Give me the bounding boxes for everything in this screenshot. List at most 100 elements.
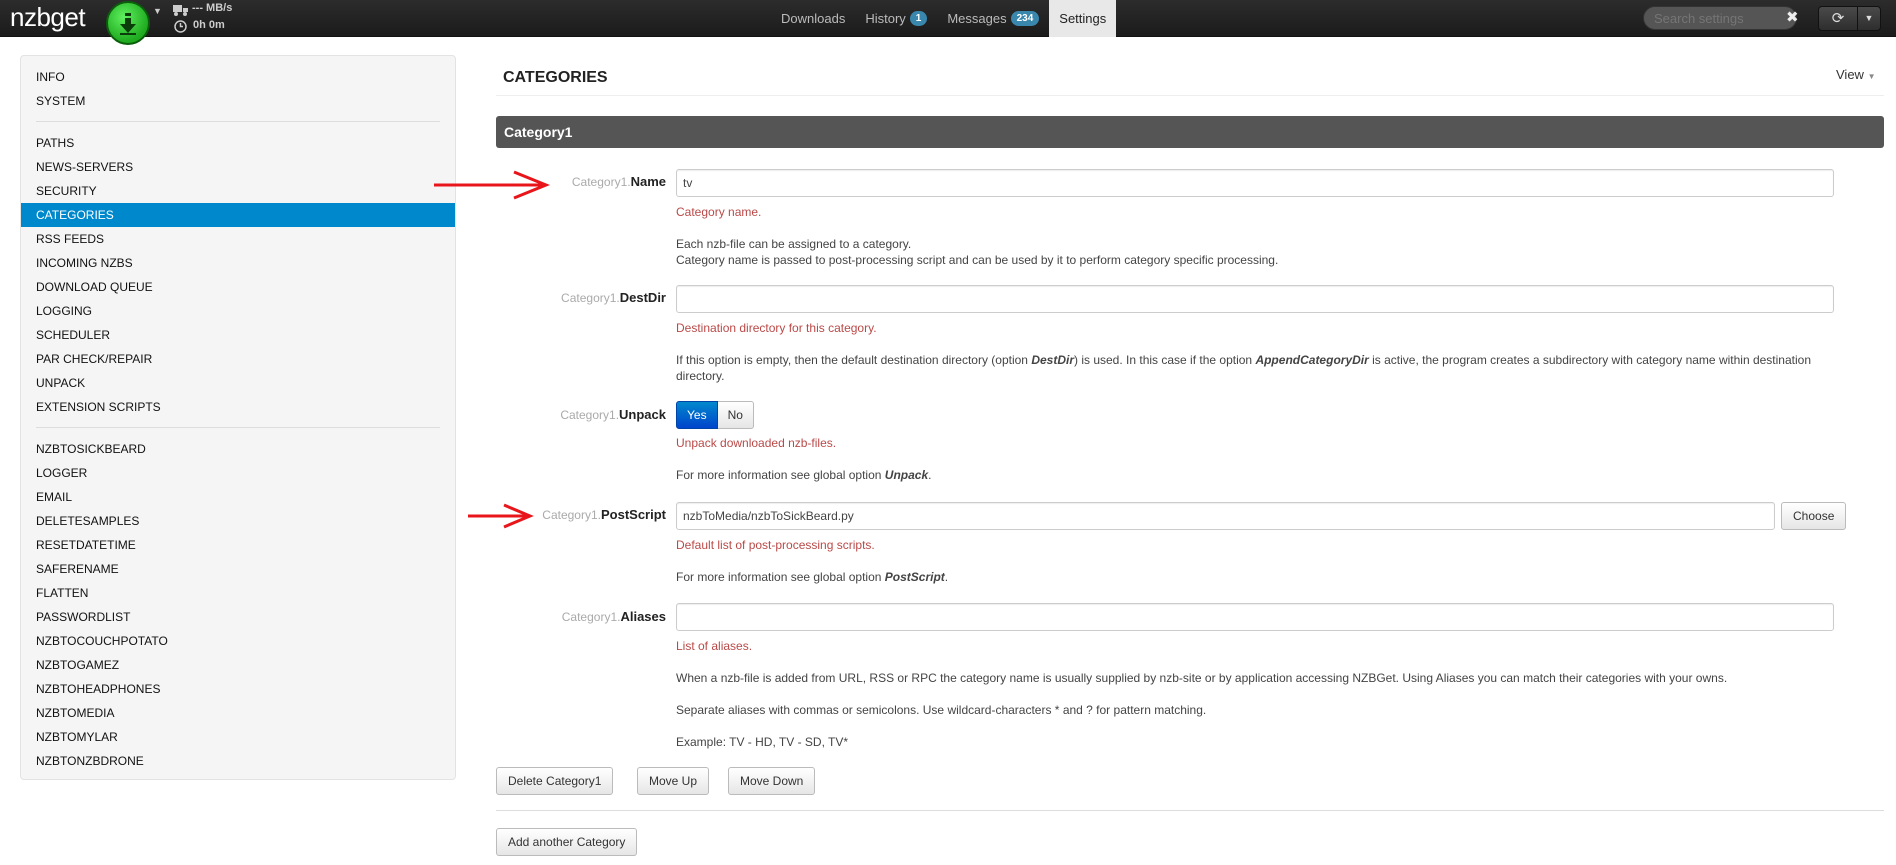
move-down-button[interactable]: Move Down [728, 767, 816, 795]
sidebar-item-nzbtomedia[interactable]: NZBTOMEDIA [21, 701, 455, 725]
unpack-desc-a: For more information see global option [676, 468, 885, 482]
destdir-desc-a: If this option is empty, then the defaul… [676, 353, 1032, 367]
postscript-hint: Default list of post-processing scripts. [676, 538, 875, 552]
tab-settings[interactable]: Settings [1049, 0, 1117, 37]
history-count-badge: 1 [909, 11, 928, 26]
sidebar-item-paths[interactable]: PATHS [21, 131, 455, 155]
sidebar-item-par-check-repair[interactable]: PAR CHECK/REPAIR [21, 347, 455, 371]
unpack-no-button[interactable]: No [717, 401, 754, 429]
tab-history[interactable]: History 1 [855, 0, 937, 37]
chevron-down-icon[interactable]: ▼ [153, 6, 162, 16]
download-arrow-icon [120, 13, 136, 35]
clock-icon [174, 20, 187, 33]
unpack-label: Category1.Unpack [396, 407, 666, 422]
sidebar-item-system[interactable]: SYSTEM [21, 89, 455, 113]
sidebar-item-nzbtonzbdrone[interactable]: NZBTONZBDRONE [21, 749, 455, 773]
postscript-description: For more information see global option P… [676, 569, 1846, 585]
sidebar-item-unpack[interactable]: UNPACK [21, 371, 455, 395]
destdir-desc-c: ) is used. In this case if the option [1074, 353, 1256, 367]
menu-dropdown-button[interactable]: ▼ [1857, 6, 1881, 31]
destdir-input[interactable] [676, 285, 1834, 313]
postscript-desc-a: For more information see global option [676, 570, 885, 584]
divider [496, 810, 1884, 811]
move-up-button[interactable]: Move Up [637, 767, 710, 795]
sidebar-item-scheduler[interactable]: SCHEDULER [21, 323, 455, 347]
sidebar-item-logger[interactable]: LOGGER [21, 461, 455, 485]
destdir-description: If this option is empty, then the defaul… [676, 352, 1846, 384]
sidebar-item-nzbtosickbeard[interactable]: NZBTOSICKBEARD [21, 437, 455, 461]
tab-downloads[interactable]: Downloads [771, 0, 855, 37]
sidebar-item-logging[interactable]: LOGGING [21, 299, 455, 323]
name-label-text: Name [630, 174, 666, 189]
chevron-down-icon: ▼ [1867, 72, 1876, 81]
messages-count-badge: 234 [1010, 11, 1040, 26]
search-settings-input[interactable] [1643, 6, 1797, 30]
tab-history-label: History [865, 10, 906, 26]
name-input[interactable] [676, 169, 1834, 197]
sidebar-item-nzbtoheadphones[interactable]: NZBTOHEADPHONES [21, 677, 455, 701]
divider [496, 95, 1884, 96]
unpack-desc-option: Unpack [884, 468, 929, 482]
sidebar-item-incoming-nzbs[interactable]: INCOMING NZBS [21, 251, 455, 275]
annotation-arrow-icon [468, 503, 534, 529]
refresh-icon: ⟳ [1831, 10, 1845, 27]
unpack-toggle: Yes No [676, 401, 754, 429]
aliases-input[interactable] [676, 603, 1834, 631]
add-category-button[interactable]: Add another Category [496, 828, 638, 856]
name-description: Each nzb-file can be assigned to a categ… [676, 236, 1846, 268]
pause-download-button[interactable] [106, 1, 150, 45]
sidebar-item-download-queue[interactable]: DOWNLOAD QUEUE [21, 275, 455, 299]
sidebar-item-saferename[interactable]: SAFERENAME [21, 557, 455, 581]
destdir-desc-option: DestDir [1031, 353, 1074, 367]
annotation-arrow-icon [434, 170, 550, 200]
page-title: CATEGORIES [503, 69, 608, 86]
sidebar-item-nzbtomylar[interactable]: NZBTOMYLAR [21, 725, 455, 749]
unpack-prefix: Category1. [560, 408, 620, 422]
aliases-desc-line2: Separate aliases with commas or semicolo… [676, 703, 1207, 717]
sidebar-item-resetdatetime[interactable]: RESETDATETIME [21, 533, 455, 557]
app-logo: nzbget [10, 2, 86, 32]
destdir-prefix: Category1. [561, 291, 620, 305]
view-dropdown[interactable]: View ▼ [1836, 67, 1876, 82]
sidebar-item-security[interactable]: SECURITY [21, 179, 455, 203]
sidebar-item-flatten[interactable]: FLATTEN [21, 581, 455, 605]
sidebar-item-rss-feeds[interactable]: RSS FEEDS [21, 227, 455, 251]
chevron-down-icon: ▼ [1864, 13, 1874, 23]
sidebar-item-email[interactable]: EMAIL [21, 485, 455, 509]
sidebar-item-passwordlist[interactable]: PASSWORDLIST [21, 605, 455, 629]
aliases-prefix: Category1. [561, 610, 621, 624]
destdir-label-text: DestDir [619, 290, 666, 305]
destdir-label: Category1.DestDir [396, 290, 666, 305]
unpack-label-text: Unpack [619, 407, 666, 422]
sidebar-item-nzbtogamez[interactable]: NZBTOGAMEZ [21, 653, 455, 677]
sidebar-item-info[interactable]: INFO [21, 65, 455, 89]
sidebar-item-nzbtocouchpotato[interactable]: NZBTOCOUCHPOTATO [21, 629, 455, 653]
name-desc-line1: Each nzb-file can be assigned to a categ… [676, 237, 912, 251]
sidebar-item-extension-scripts[interactable]: EXTENSION SCRIPTS [21, 395, 455, 419]
main-nav: Downloads History 1 Messages 234 Setting… [771, 0, 1117, 37]
sidebar-divider [36, 121, 440, 122]
settings-sidebar: INFO SYSTEM PATHS NEWS-SERVERS SECURITY CATE… [20, 55, 456, 780]
aliases-label: Category1.Aliases [396, 609, 666, 624]
close-icon[interactable]: ✖ [1786, 8, 1799, 26]
unpack-desc-c: . [928, 468, 932, 482]
download-speed: --- MB/s [192, 2, 233, 14]
top-bar: nzbget ▼ --- MB/s 0h 0m Downloads Histor… [0, 0, 1896, 45]
tab-messages[interactable]: Messages 234 [937, 0, 1049, 37]
delete-category-button[interactable]: Delete Category1 [496, 767, 614, 795]
section-header: Category1 [496, 116, 1884, 148]
unpack-yes-button[interactable]: Yes [676, 401, 718, 429]
postscript-label-text: PostScript [600, 507, 666, 522]
sidebar-item-deletesamples[interactable]: DELETESAMPLES [21, 509, 455, 533]
postscript-prefix: Category1. [542, 508, 601, 522]
name-desc-line2: Category name is passed to post-processi… [676, 253, 1279, 267]
refresh-button[interactable]: ⟳ [1818, 6, 1858, 31]
sidebar-item-categories[interactable]: CATEGORIES [21, 203, 455, 227]
choose-script-button[interactable]: Choose [1781, 502, 1847, 530]
destdir-desc-option2: AppendCategoryDir [1255, 353, 1369, 367]
postscript-input[interactable] [676, 502, 1775, 530]
destdir-hint: Destination directory for this category. [676, 321, 877, 335]
sidebar-divider [36, 427, 440, 428]
sidebar-item-news-servers[interactable]: NEWS-SERVERS [21, 155, 455, 179]
aliases-desc-line3: Example: TV - HD, TV - SD, TV* [676, 735, 849, 749]
